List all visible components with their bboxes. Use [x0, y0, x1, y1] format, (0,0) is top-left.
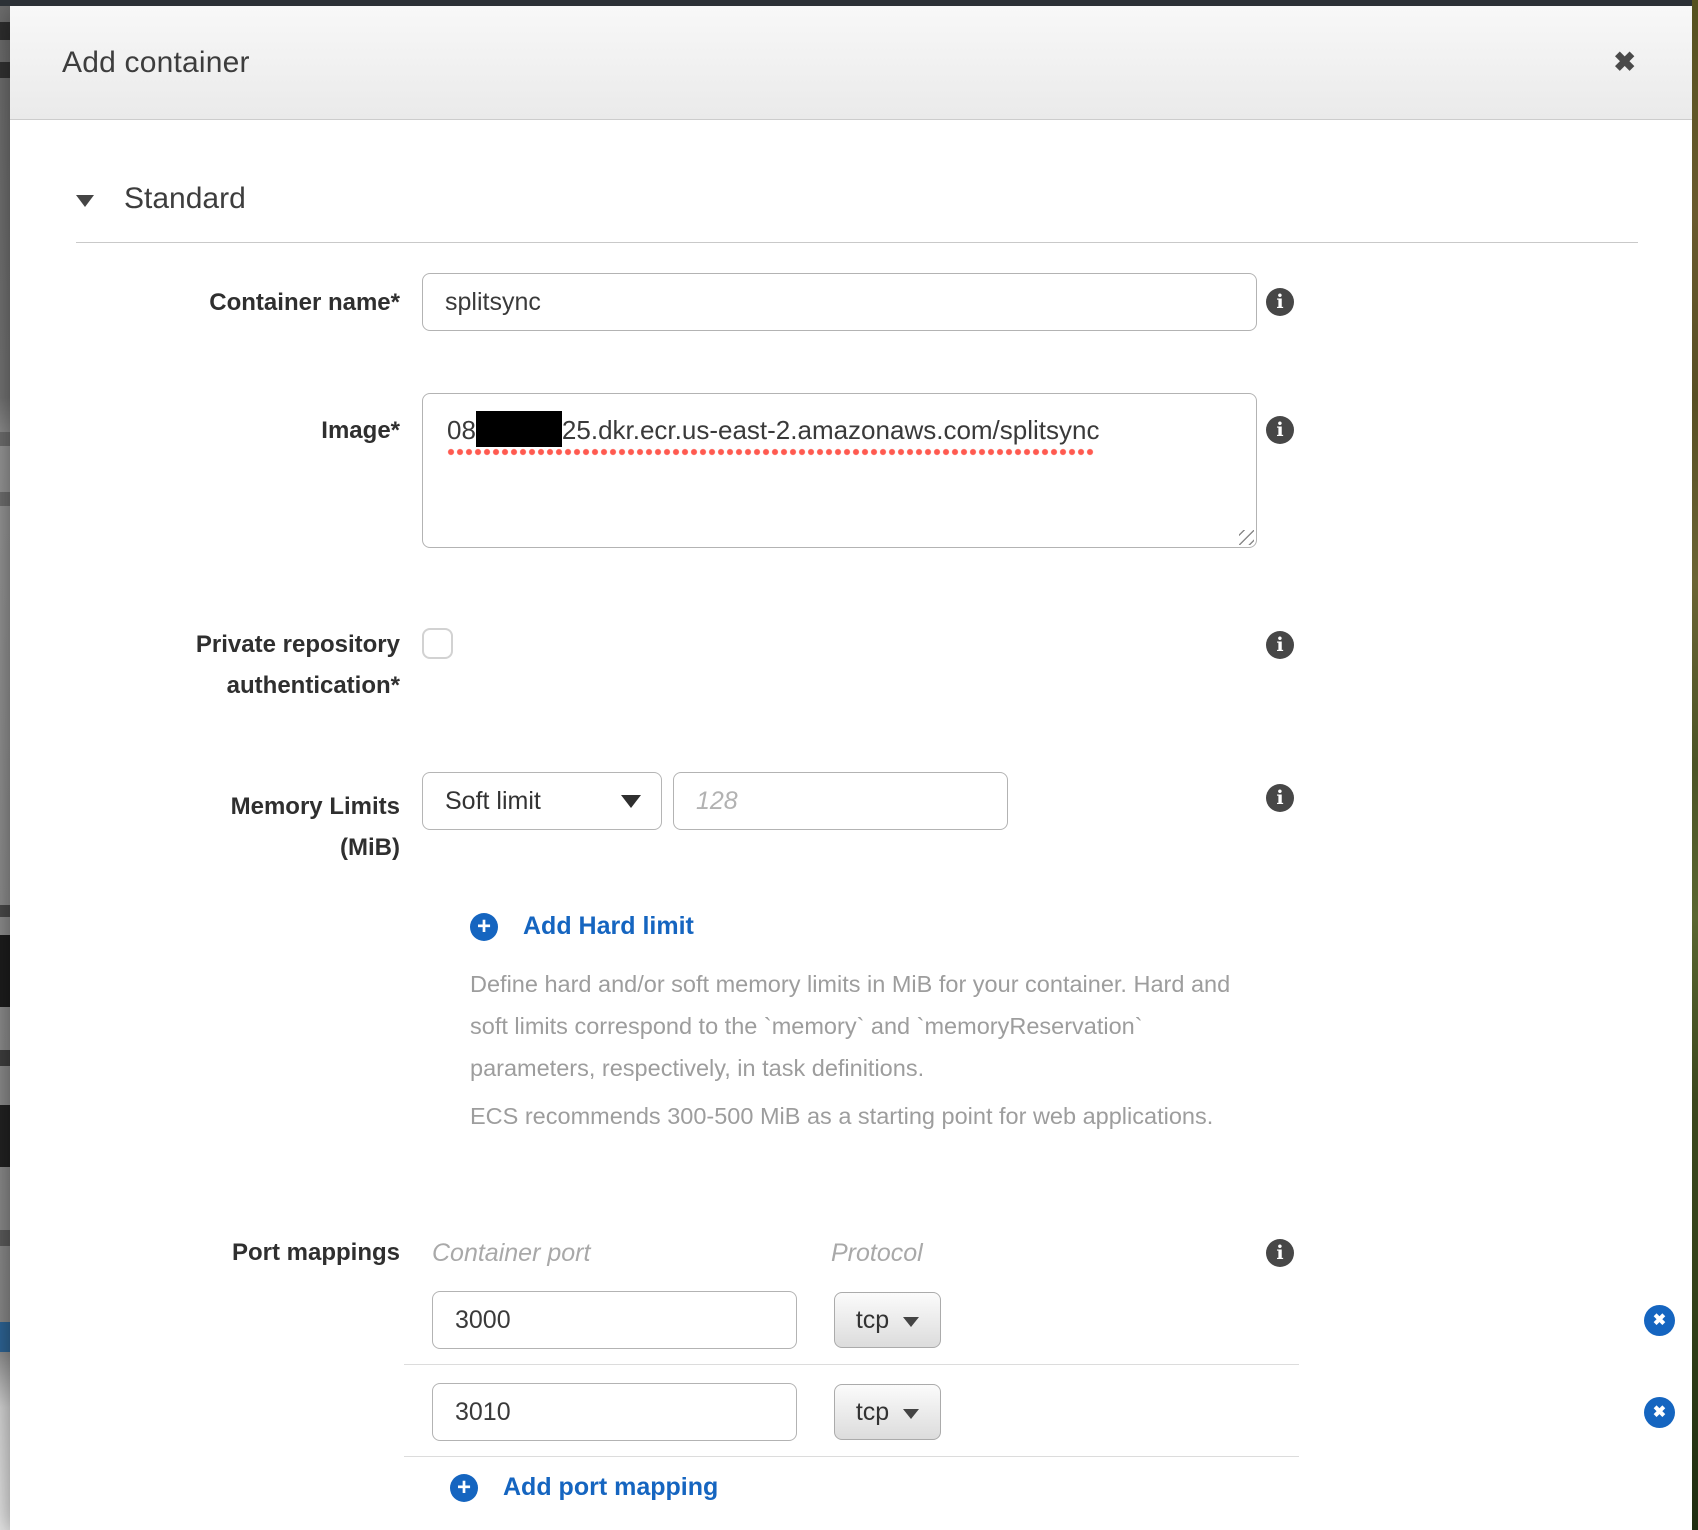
section-divider	[76, 242, 1638, 243]
chevron-down-icon	[903, 1317, 919, 1327]
info-icon[interactable]: i	[1266, 784, 1294, 812]
container-name-row: Container name* i	[10, 273, 1692, 331]
add-container-modal: Add container ✖ Standard Container name*…	[10, 6, 1692, 1530]
resize-grip-icon[interactable]	[1239, 530, 1254, 545]
memory-help-text: Define hard and/or soft memory limits in…	[470, 963, 1260, 1137]
remove-port-icon[interactable]: ✖	[1644, 1305, 1675, 1336]
remove-port-icon[interactable]: ✖	[1644, 1397, 1675, 1428]
background-page-sliver	[0, 0, 10, 1530]
background-page-fragment	[0, 1105, 10, 1167]
section-title: Standard	[124, 182, 246, 216]
private-repo-row: Private repository authentication* i	[10, 624, 1692, 706]
browser-top-bar	[0, 0, 1692, 6]
container-port-header: Container port	[422, 1233, 831, 1273]
port-row-divider	[404, 1364, 1299, 1365]
port-row-divider	[404, 1456, 1299, 1457]
background-page-fragment	[0, 905, 10, 917]
background-page-fragment	[0, 22, 10, 40]
container-port-input[interactable]	[432, 1383, 797, 1441]
container-name-input[interactable]	[422, 273, 1257, 331]
memory-limit-type-value: Soft limit	[445, 787, 541, 816]
image-value: 0825.dkr.ecr.us-east-2.amazonaws.com/spl…	[447, 410, 1099, 450]
background-page-fragment	[0, 1322, 10, 1352]
container-name-label: Container name*	[58, 273, 400, 323]
spellcheck-squiggle	[447, 448, 1095, 456]
standard-section-header[interactable]: Standard	[76, 182, 1692, 216]
image-label: Image*	[58, 393, 400, 451]
protocol-dropdown[interactable]: tcp	[834, 1384, 941, 1440]
memory-limits-row: Memory Limits (MiB) Soft limit i	[10, 772, 1692, 868]
background-page-fragment	[0, 492, 10, 506]
modal-title: Add container	[62, 46, 250, 80]
protocol-dropdown[interactable]: tcp	[834, 1292, 941, 1348]
add-port-mapping-link[interactable]: + Add port mapping	[422, 1473, 1299, 1502]
container-port-input[interactable]	[432, 1291, 797, 1349]
image-row: Image* 0825.dkr.ecr.us-east-2.amazonaws.…	[10, 393, 1692, 548]
redaction-box	[476, 411, 562, 447]
private-repo-label: Private repository authentication*	[58, 624, 400, 706]
info-icon[interactable]: i	[1266, 288, 1294, 316]
modal-header: Add container ✖	[10, 6, 1692, 120]
add-hard-limit-link[interactable]: + Add Hard limit	[10, 912, 1692, 941]
private-repo-checkbox[interactable]	[422, 628, 453, 659]
background-page-fragment	[0, 432, 10, 446]
info-icon[interactable]: i	[1266, 1239, 1294, 1267]
close-icon[interactable]: ✖	[1613, 49, 1636, 76]
plus-icon: +	[470, 913, 498, 941]
chevron-down-icon[interactable]	[76, 195, 94, 207]
chevron-down-icon	[621, 795, 641, 808]
memory-limit-value-input[interactable]	[673, 772, 1008, 830]
port-mappings-row: Port mappings Container port Protocol tc…	[10, 1233, 1692, 1502]
info-icon[interactable]: i	[1266, 631, 1294, 659]
protocol-header: Protocol	[831, 1233, 923, 1273]
memory-limit-type-dropdown[interactable]: Soft limit	[422, 772, 662, 830]
memory-limits-label: Memory Limits (MiB)	[58, 772, 400, 868]
background-page-fragment	[0, 1230, 10, 1246]
image-field[interactable]: 0825.dkr.ecr.us-east-2.amazonaws.com/spl…	[422, 393, 1257, 548]
port-mapping-row: tcp ✖	[422, 1291, 1299, 1349]
background-page-fragment	[0, 62, 10, 78]
plus-icon: +	[450, 1474, 478, 1502]
port-mapping-row: tcp ✖	[422, 1383, 1299, 1441]
background-page-fragment	[0, 1050, 10, 1066]
screenshot-root: { "modal": { "title": "Add container" },…	[0, 0, 1698, 1530]
chevron-down-icon	[903, 1409, 919, 1419]
info-icon[interactable]: i	[1266, 416, 1294, 444]
port-mapping-headers: Container port Protocol	[422, 1233, 1299, 1273]
background-page-fragment	[0, 935, 10, 1007]
port-mappings-label: Port mappings	[58, 1233, 400, 1273]
desktop-wallpaper-sliver	[1692, 0, 1698, 1530]
